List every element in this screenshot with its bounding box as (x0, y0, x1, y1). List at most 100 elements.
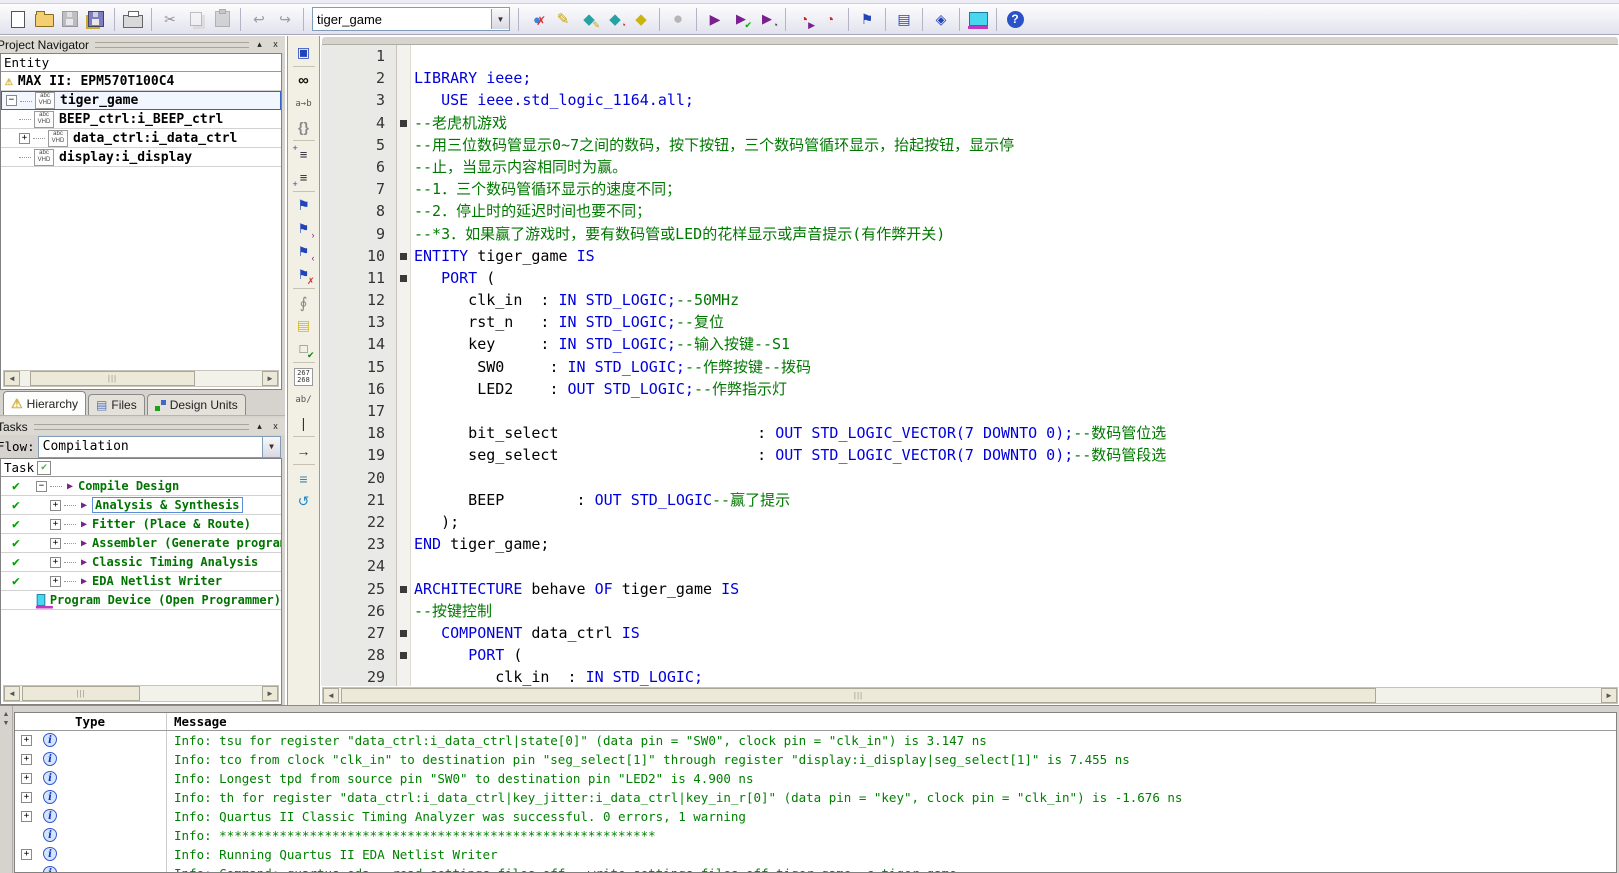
line-numbers-icon[interactable]: 267 268 (292, 365, 316, 388)
tree-expander-icon[interactable]: + (50, 500, 61, 511)
scroll-track[interactable]: ||| (339, 688, 1601, 703)
code-line[interactable]: END tiger_game; (414, 533, 1619, 555)
waveform-flag-icon[interactable]: ⚑ (854, 6, 880, 32)
code-line[interactable]: clk_in : IN STD_LOGIC;--50MHz (414, 289, 1619, 311)
task-item[interactable]: ✔+▶Assembler (Generate programming (1, 534, 281, 553)
code-line[interactable]: LIBRARY ieee; (414, 67, 1619, 89)
expander-plus-icon[interactable]: + (21, 754, 32, 765)
task-item[interactable]: ✔+▶Analysis & Synthesis (1, 496, 281, 515)
task-item[interactable]: ✔+▶Fitter (Place & Route) (1, 515, 281, 534)
task-item[interactable]: ✔+▶Classic Timing Analysis (1, 553, 281, 572)
fold-marker-icon[interactable] (400, 275, 407, 282)
replace-icon[interactable]: a→b (292, 92, 316, 115)
expander-plus-icon[interactable]: + (21, 849, 32, 860)
braces-icon[interactable]: {} (292, 115, 316, 138)
code-line[interactable] (414, 555, 1619, 577)
chevron-down-icon[interactable]: ▼ (262, 437, 280, 457)
tree-expander-icon[interactable]: + (50, 576, 61, 587)
code-line[interactable]: SW0 : IN STD_LOGIC;--作弊按键--拨码 (414, 356, 1619, 378)
code-line[interactable]: --老虎机游戏 (414, 112, 1619, 134)
timing-run-icon[interactable]: ◔▶ (791, 6, 817, 32)
scroll-track[interactable]: ||| (20, 686, 262, 701)
code-text-area[interactable]: LIBRARY ieee; USE ieee.std_logic_1164.al… (414, 45, 1619, 686)
eda-netlist-icon[interactable]: ◈ (928, 6, 954, 32)
redo-icon[interactable]: ↪ (272, 6, 298, 32)
message-row[interactable]: +iInfo: th for register "data_ctrl:i_dat… (15, 788, 1616, 807)
tab-files[interactable]: ▤Files (88, 394, 145, 415)
code-line[interactable]: bit_select : OUT STD_LOGIC_VECTOR(7 DOWN… (414, 422, 1619, 444)
code-line[interactable]: ENTITY tiger_game IS (414, 245, 1619, 267)
message-row[interactable]: +iInfo: Running Quartus II EDA Netlist W… (15, 845, 1616, 864)
scroll-right-arrow-icon[interactable]: ► (1601, 688, 1617, 703)
paste-icon[interactable] (209, 6, 235, 32)
compile-tool-icon[interactable]: ◆✎ (576, 6, 602, 32)
undo-icon[interactable]: ↩ (246, 6, 272, 32)
scroll-down-icon[interactable]: ▼ (3, 719, 10, 728)
bookmark-prev-icon[interactable]: ⚑‹ (292, 240, 316, 263)
tree-expander-icon[interactable]: + (19, 133, 30, 144)
expander-plus-icon[interactable]: + (21, 773, 32, 784)
scroll-left-arrow-icon[interactable]: ◄ (4, 371, 20, 386)
start-timing-analysis-icon[interactable]: ▶◔ (754, 6, 780, 32)
entity-tree-item[interactable]: abcVHDdisplay:i_display (1, 148, 281, 167)
fold-marker-icon[interactable] (400, 253, 407, 260)
editor-hscrollbar[interactable]: ◄|||► (322, 687, 1618, 704)
open-file-icon[interactable] (31, 6, 57, 32)
assembler-tool-icon[interactable]: ◆ (628, 6, 654, 32)
scroll-left-arrow-icon[interactable]: ◄ (4, 686, 20, 701)
code-line[interactable]: BEEP : OUT STD_LOGIC--赢了提示 (414, 489, 1619, 511)
task-item[interactable]: Program Device (Open Programmer) (1, 591, 281, 610)
new-file-icon[interactable] (5, 6, 31, 32)
task-item[interactable]: ✔−▶Compile Design (1, 477, 281, 496)
task-item[interactable]: ✔+▶EDA Netlist Writer (1, 572, 281, 591)
timing-tool-icon[interactable]: ◆◔ (602, 6, 628, 32)
cut-icon[interactable]: ✂ (157, 6, 183, 32)
code-editor[interactable]: 1234567891011121314151617181920212223242… (321, 36, 1619, 705)
scroll-up-icon[interactable]: ▲ (3, 710, 10, 719)
message-row[interactable]: iInfo: Command: quartus_eda --read_setti… (15, 864, 1616, 873)
code-line[interactable]: COMPONENT data_ctrl IS (414, 622, 1619, 644)
tab-stop-icon[interactable]: → (292, 439, 316, 462)
copy-icon[interactable] (183, 6, 209, 32)
tree-expander-icon[interactable]: − (36, 481, 47, 492)
scroll-right-arrow-icon[interactable]: ► (262, 371, 278, 386)
programmer-icon[interactable] (965, 6, 991, 32)
timing-clock-icon[interactable]: ◔ (817, 6, 843, 32)
code-line[interactable]: seg_select : OUT STD_LOGIC_VECTOR(7 DOWN… (414, 444, 1619, 466)
code-line[interactable]: --用三位数码管显示0~7之间的数码，按下按钮，三个数码管循环显示，抬起按钮，显… (414, 134, 1619, 156)
expander-plus-icon[interactable]: + (21, 792, 32, 803)
report-icon[interactable]: ▤ (891, 6, 917, 32)
collapse-panel-button[interactable]: ▴ (253, 38, 266, 51)
code-line[interactable]: ARCHITECTURE behave OF tiger_game IS (414, 578, 1619, 600)
collapse-panel-button[interactable]: ▴ (253, 420, 266, 433)
project-combobox[interactable]: tiger_game▼ (312, 7, 510, 31)
save-all-icon[interactable] (83, 6, 109, 32)
fold-marker-icon[interactable] (400, 652, 407, 659)
settings-icon[interactable]: ●✗ (524, 6, 550, 32)
fold-marker-icon[interactable] (400, 586, 407, 593)
bookmark-clear-icon[interactable]: ⚑✗ (292, 263, 316, 286)
fold-marker-icon[interactable] (400, 120, 407, 127)
code-line[interactable]: key : IN STD_LOGIC;--输入按键--S1 (414, 333, 1619, 355)
code-line[interactable]: USE ieee.std_logic_1164.all; (414, 89, 1619, 111)
code-line[interactable]: clk_in : IN STD_LOGIC; (414, 666, 1619, 686)
save-icon[interactable] (57, 6, 83, 32)
bookmark-next-icon[interactable]: ⚑› (292, 217, 316, 240)
entity-tree-item[interactable]: ⚠MAX II: EPM570T100C4 (1, 72, 281, 91)
message-row[interactable]: +iInfo: Longest tpd from source pin "SW0… (15, 769, 1616, 788)
indent-guide-icon[interactable]: ≡ (292, 467, 316, 490)
code-line[interactable] (414, 467, 1619, 489)
editor-window-icon[interactable]: ▣ (292, 41, 316, 64)
close-panel-button[interactable]: x (269, 420, 282, 433)
chevron-down-icon[interactable]: ▼ (491, 9, 509, 29)
scroll-track[interactable]: ||| (20, 371, 262, 386)
entity-tree-item[interactable]: abcVHDBEEP_ctrl:i_BEEP_ctrl (1, 110, 281, 129)
start-analysis-synthesis-icon[interactable]: ▶✔ (728, 6, 754, 32)
code-line[interactable]: --2．停止时的延迟时间也要不同； (414, 200, 1619, 222)
message-row[interactable]: iInfo: *********************************… (15, 826, 1616, 845)
fold-marker-icon[interactable] (400, 630, 407, 637)
code-line[interactable] (414, 45, 1619, 67)
indent-add-icon[interactable]: ≡+ (292, 143, 316, 166)
code-line[interactable]: ); (414, 511, 1619, 533)
indent-remove-icon[interactable]: ≡+ (292, 166, 316, 189)
